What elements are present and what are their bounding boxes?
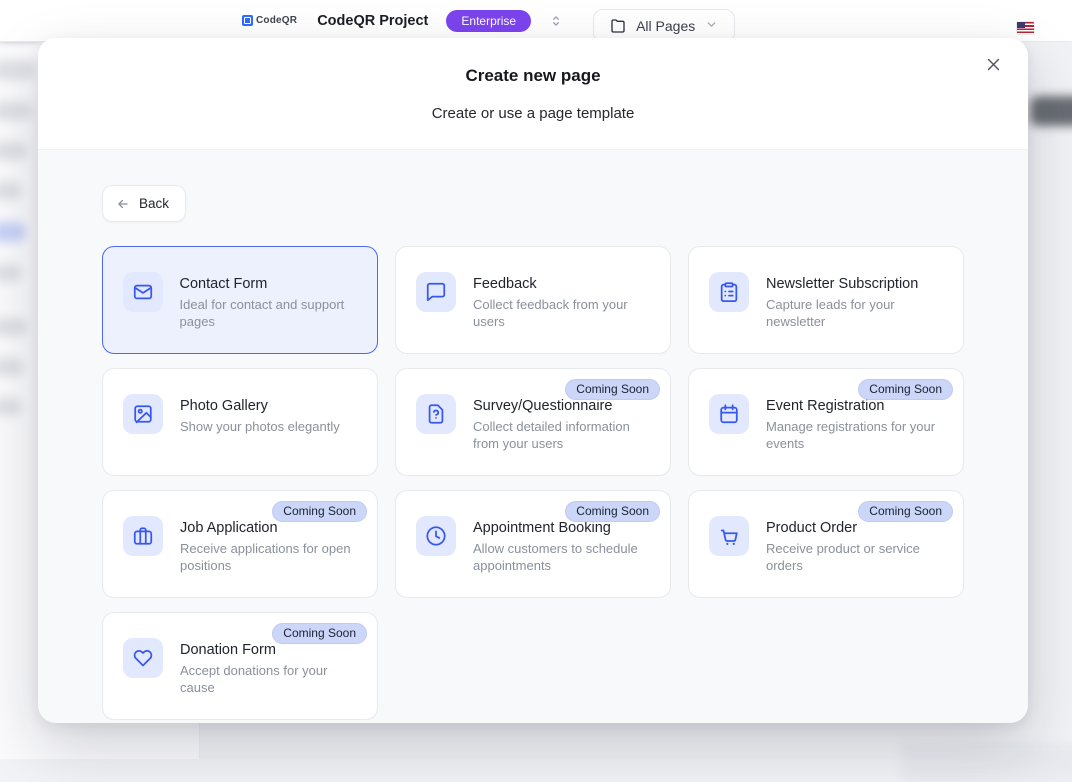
template-description: Allow customers to schedule appointments [473, 540, 656, 574]
codeqr-logo-icon [242, 15, 253, 26]
blurred-sidebar-item [0, 182, 22, 200]
template-card-newsletter-subscription[interactable]: Newsletter Subscription Capture leads for… [688, 246, 964, 354]
coming-soon-badge: Coming Soon [858, 379, 953, 400]
calendar-icon [709, 394, 749, 434]
template-description: Accept donations for your cause [180, 662, 363, 696]
back-button-label: Back [139, 196, 169, 211]
blurred-sidebar-item [0, 142, 28, 160]
template-card-survey-questionnaire[interactable]: Coming SoonSurvey/Questionnaire Collect d… [395, 368, 671, 476]
template-card-photo-gallery[interactable]: Photo Gallery Show your photos elegantly [102, 368, 378, 476]
codeqr-logo-text: CodeQR [256, 15, 297, 26]
blurred-background-bar [900, 742, 1072, 782]
mail-icon [123, 272, 163, 312]
heart-icon [123, 638, 163, 678]
template-title: Event Registration [766, 398, 949, 414]
pages-filter-value: All Pages [636, 18, 695, 34]
template-description: Receive applications for open positions [180, 540, 363, 574]
cart-icon [709, 516, 749, 556]
template-description: Ideal for contact and support pages [180, 296, 364, 330]
template-title: Product Order [766, 520, 949, 536]
template-card-job-application[interactable]: Coming SoonJob Application Receive applic… [102, 490, 378, 598]
coming-soon-badge: Coming Soon [858, 501, 953, 522]
chat-icon [416, 272, 456, 312]
coming-soon-badge: Coming Soon [565, 379, 660, 400]
create-page-modal: Create new page Create or use a page tem… [38, 38, 1028, 723]
template-title: Newsletter Subscription [766, 276, 949, 292]
template-card-event-registration[interactable]: Coming SoonEvent Registration Manage regi… [688, 368, 964, 476]
template-description: Show your photos elegantly [180, 418, 340, 435]
template-description: Receive product or service orders [766, 540, 949, 574]
template-title: Survey/Questionnaire [473, 398, 656, 414]
app-header: CodeQR CodeQR Project Enterprise All Pag… [0, 0, 1072, 42]
template-grid: Contact Form Ideal for contact and suppor… [102, 246, 964, 720]
project-name[interactable]: CodeQR Project [317, 13, 428, 29]
arrow-left-icon [116, 197, 130, 211]
image-icon [123, 394, 163, 434]
template-card-contact-form[interactable]: Contact Form Ideal for contact and suppor… [102, 246, 378, 354]
template-description: Manage registrations for your events [766, 418, 949, 452]
blurred-sidebar-item [0, 318, 28, 336]
modal-subtitle: Create or use a page template [432, 105, 635, 122]
blurred-sidebar-item [0, 60, 36, 80]
blurred-sidebar-item [0, 358, 24, 376]
codeqr-logo: CodeQR [242, 15, 297, 26]
plan-badge: Enterprise [446, 10, 531, 32]
close-icon[interactable] [980, 51, 1006, 77]
coming-soon-badge: Coming Soon [565, 501, 660, 522]
briefcase-icon [123, 516, 163, 556]
template-title: Photo Gallery [180, 398, 340, 414]
coming-soon-badge: Coming Soon [272, 501, 367, 522]
blurred-sidebar-item [0, 102, 32, 120]
blurred-background-bar [1030, 96, 1072, 126]
clipboard-list-icon [709, 272, 749, 312]
back-button[interactable]: Back [102, 185, 186, 222]
clock-icon [416, 516, 456, 556]
template-description: Collect detailed information from your u… [473, 418, 656, 452]
template-title: Feedback [473, 276, 656, 292]
project-switcher-chevrons-icon[interactable] [549, 14, 563, 28]
template-card-donation-form[interactable]: Coming SoonDonation Form Accept donations… [102, 612, 378, 720]
blurred-sidebar-item [0, 264, 22, 282]
template-title: Appointment Booking [473, 520, 656, 536]
template-description: Capture leads for your newsletter [766, 296, 949, 330]
modal-body: Back Contact Form Ideal for contact and s… [38, 150, 1028, 723]
file-question-icon [416, 394, 456, 434]
template-card-feedback[interactable]: Feedback Collect feedback from your users [395, 246, 671, 354]
template-title: Contact Form [180, 276, 364, 292]
blurred-sidebar-item [0, 398, 22, 416]
folder-icon [610, 18, 626, 34]
modal-title: Create new page [465, 66, 600, 86]
modal-header: Create new page Create or use a page tem… [38, 38, 1028, 150]
coming-soon-badge: Coming Soon [272, 623, 367, 644]
chevron-down-icon [705, 18, 718, 34]
template-description: Collect feedback from your users [473, 296, 656, 330]
template-card-appointment-booking[interactable]: Coming SoonAppointment Booking Allow cust… [395, 490, 671, 598]
template-card-product-order[interactable]: Coming SoonProduct Order Receive product … [688, 490, 964, 598]
blurred-sidebar-item-active [0, 222, 26, 242]
us-flag-icon[interactable] [1017, 22, 1034, 34]
template-title: Donation Form [180, 642, 363, 658]
template-title: Job Application [180, 520, 363, 536]
